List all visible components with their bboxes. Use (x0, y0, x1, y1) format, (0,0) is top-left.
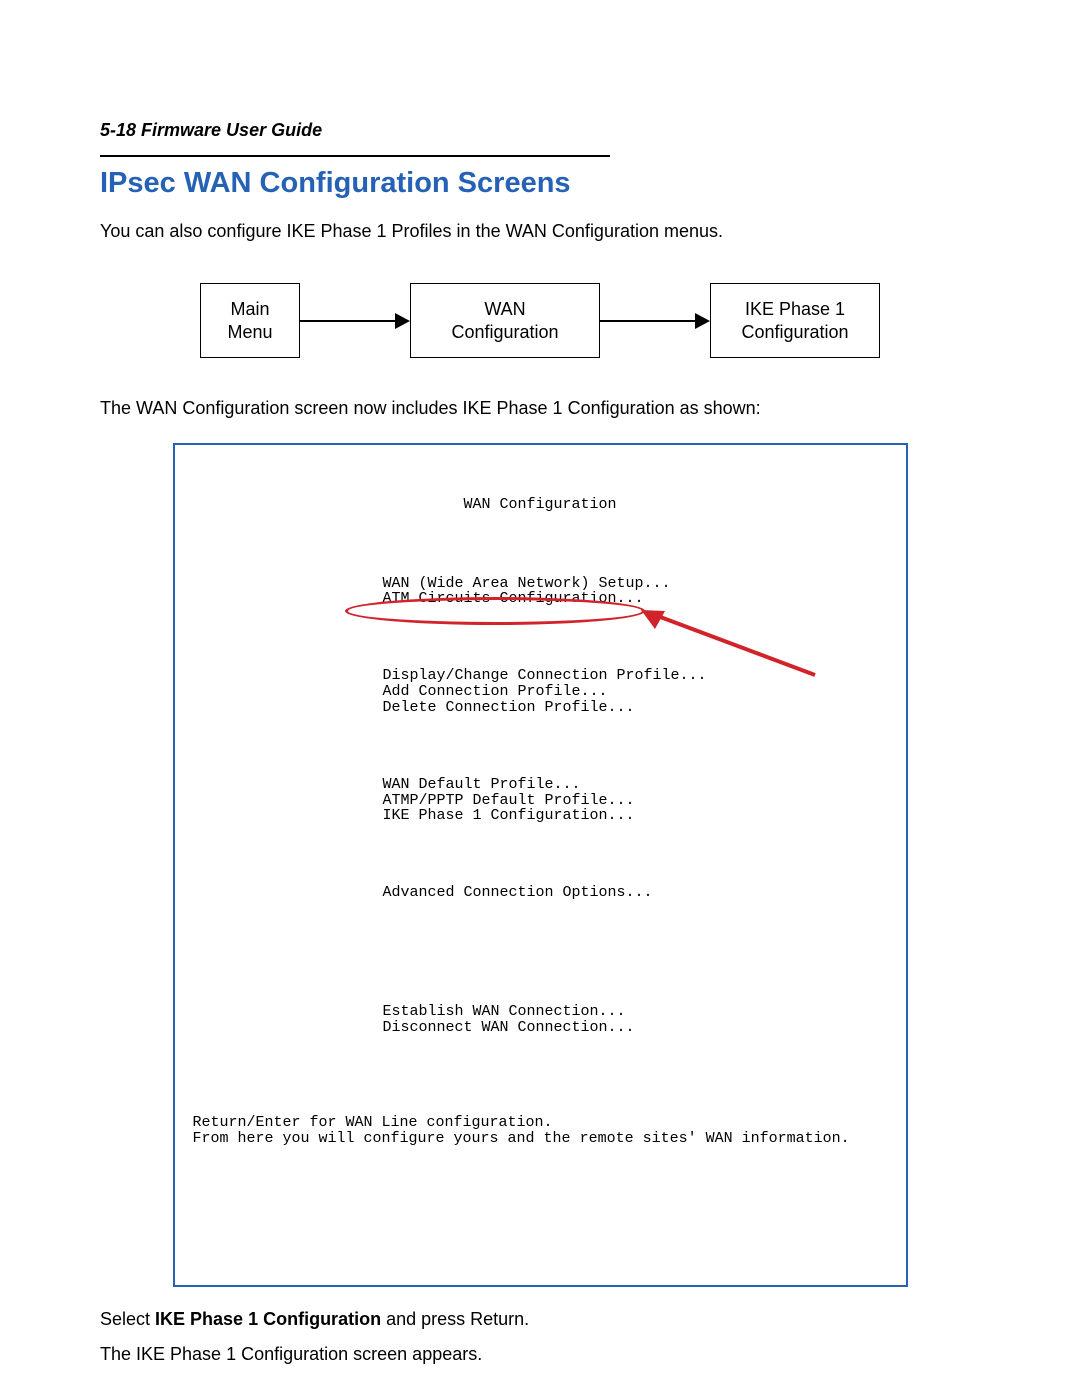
section-title: IPsec WAN Configuration Screens (100, 167, 980, 200)
flow-box-ike-phase1: IKE Phase 1 Configuration (710, 283, 880, 358)
instruction-text: Select (100, 1309, 155, 1329)
flow-box-label: Main (223, 298, 277, 321)
instruction-paragraph: Select IKE Phase 1 Configuration and pre… (100, 1309, 980, 1330)
flow-box-label: IKE Phase 1 (733, 298, 857, 321)
instruction-text: and press Return. (381, 1309, 529, 1329)
instruction-bold: IKE Phase 1 Configuration (155, 1309, 381, 1329)
flow-box-label: WAN Configuration (433, 298, 577, 343)
flow-box-label: Configuration (733, 321, 857, 344)
terminal-title: WAN Configuration (193, 497, 888, 513)
flow-box-main-menu: Main Menu (200, 283, 300, 358)
page-header: 5-18 Firmware User Guide (100, 120, 980, 141)
description-paragraph: The WAN Configuration screen now include… (100, 398, 980, 419)
result-paragraph: The IKE Phase 1 Configuration screen app… (100, 1344, 980, 1365)
intro-paragraph: You can also configure IKE Phase 1 Profi… (100, 218, 980, 245)
arrow-icon (300, 320, 410, 322)
navigation-flow-diagram: Main Menu WAN Configuration IKE Phase 1 … (100, 283, 980, 358)
terminal-screenshot: WAN Configuration WAN (Wide Area Network… (173, 443, 908, 1287)
flow-box-label: Menu (223, 321, 277, 344)
flow-box-wan-config: WAN Configuration (410, 283, 600, 358)
arrow-icon (600, 320, 710, 322)
header-rule (100, 155, 610, 157)
